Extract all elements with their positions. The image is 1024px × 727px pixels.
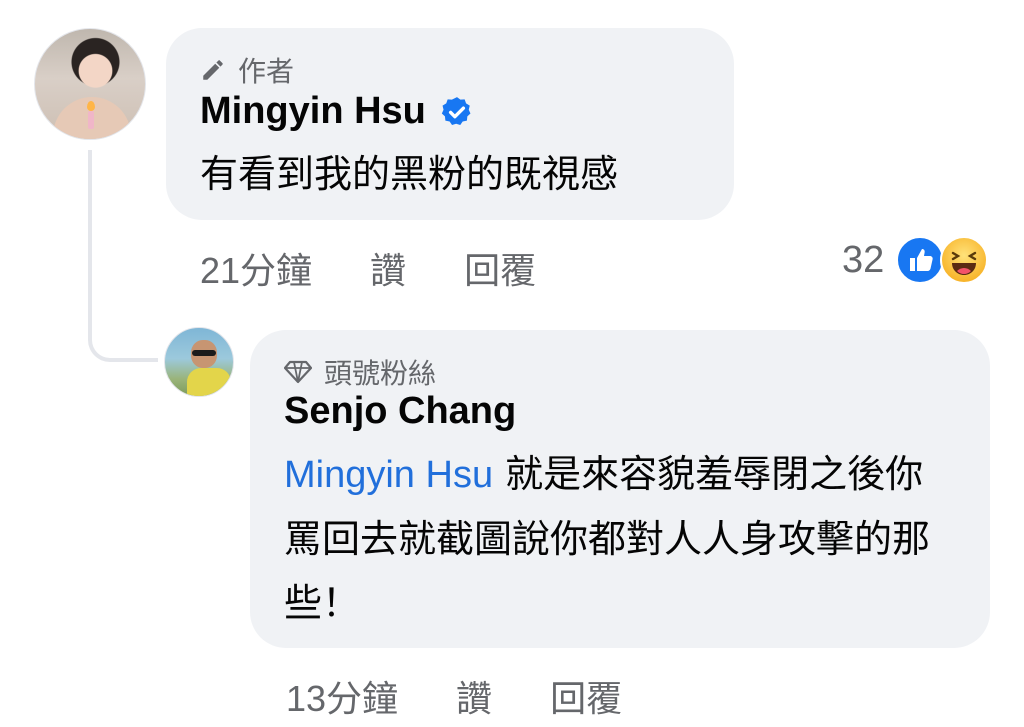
pencil-icon (200, 57, 226, 83)
reply-button[interactable]: 回覆 (464, 242, 536, 294)
comment-author-name[interactable]: Mingyin Hsu (200, 90, 426, 133)
flame-icon (87, 101, 95, 111)
like-button[interactable]: 讚 (456, 670, 492, 722)
top-fan-badge-label: 頭號粉絲 (324, 357, 437, 390)
comment-thread: 作者 Mingyin Hsu 有看到我的黑粉的既視感 21分鐘 讚 回覆 32 (0, 0, 1024, 727)
comment-actions: 21分鐘 讚 回覆 (200, 242, 594, 294)
top-fan-badge: 頭號粉絲 (284, 352, 436, 392)
like-icon (896, 236, 945, 284)
candle-icon (88, 111, 94, 129)
verified-badge-icon (440, 95, 474, 129)
reply-text-block: Mingyin Hsu 就是來容貌羞辱閉之後你罵回去就截圖說你都對人人身攻擊的那些… (284, 442, 944, 635)
reaction-summary[interactable]: 32 (842, 236, 989, 284)
reply-timestamp[interactable]: 13分鐘 (286, 670, 398, 722)
comment-author[interactable]: Mingyin Hsu (200, 90, 474, 133)
avatar-shirt (187, 368, 231, 396)
author-badge: 作者 (200, 50, 294, 90)
diamond-icon (284, 360, 312, 384)
comment-bubble: 作者 Mingyin Hsu 有看到我的黑粉的既視感 (166, 28, 734, 220)
comment-text: 有看到我的黑粉的既視感 (200, 152, 619, 196)
comment-timestamp[interactable]: 21分鐘 (200, 242, 312, 294)
like-button[interactable]: 讚 (370, 242, 406, 294)
reply-author[interactable]: Senjo Chang (284, 390, 516, 433)
author-badge-label: 作者 (238, 55, 295, 88)
thread-connector-line (88, 150, 158, 362)
reply-button[interactable]: 回覆 (550, 670, 622, 722)
reaction-count: 32 (842, 238, 885, 281)
avatar[interactable] (34, 28, 146, 140)
reply-author-name[interactable]: Senjo Chang (284, 390, 516, 433)
sunglasses-icon (192, 350, 216, 356)
haha-icon (940, 236, 989, 284)
reply-actions: 13分鐘 讚 回覆 (286, 670, 680, 722)
avatar[interactable] (164, 327, 234, 397)
mention-link[interactable]: Mingyin Hsu (284, 454, 493, 496)
reply-bubble: 頭號粉絲 Senjo Chang Mingyin Hsu 就是來容貌羞辱閉之後你罵… (250, 330, 990, 648)
